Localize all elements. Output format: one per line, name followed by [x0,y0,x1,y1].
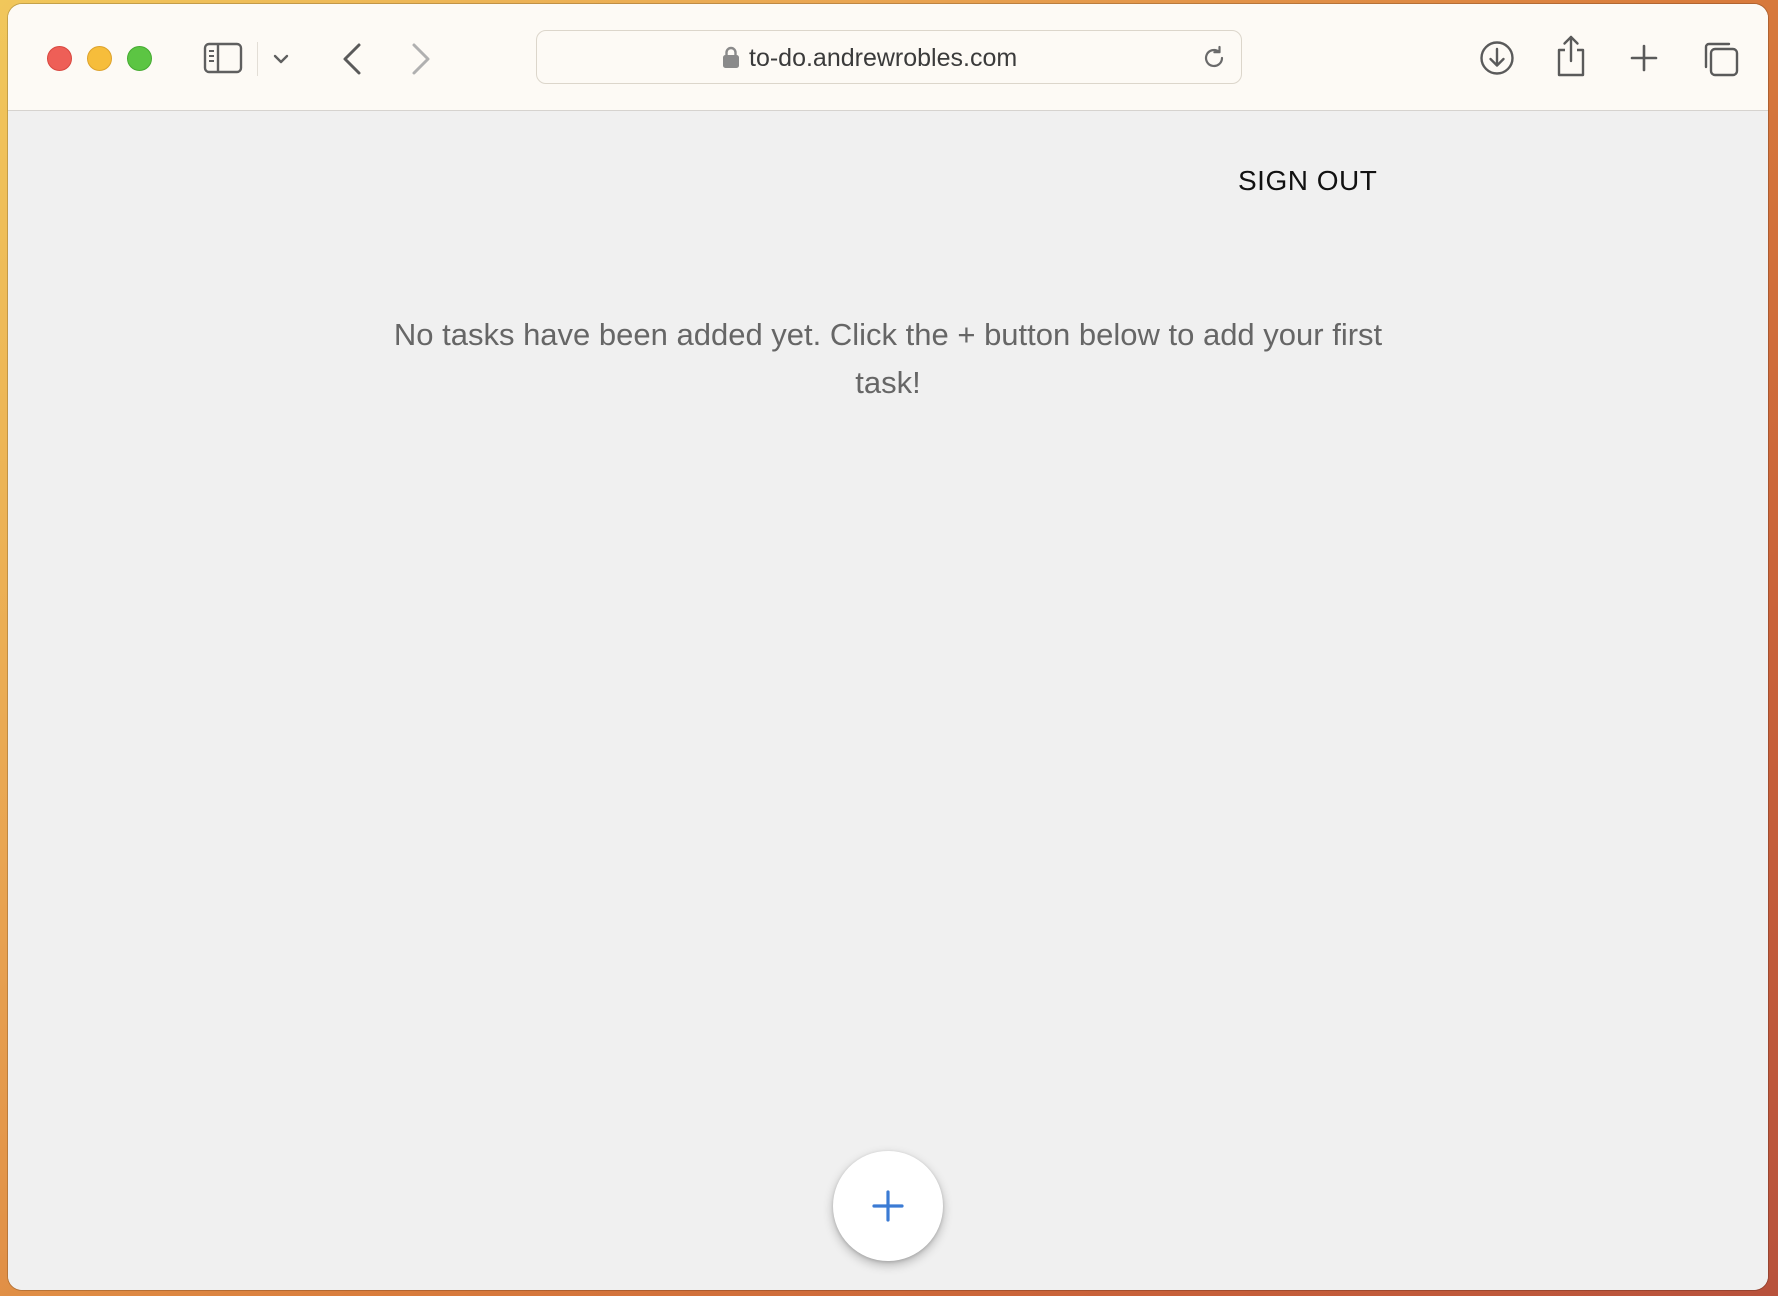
close-window-button[interactable] [47,46,72,71]
back-button[interactable] [336,40,368,78]
back-arrow-icon [343,43,361,75]
browser-window: to-do.andrewrobles.com SIGN OUT No tasks… [8,4,1768,1290]
downloads-button[interactable] [1479,40,1515,76]
add-task-button[interactable] [833,1151,943,1261]
share-icon [1557,35,1585,77]
maximize-window-button[interactable] [127,46,152,71]
tab-group-menu-button[interactable] [270,48,292,70]
reload-icon[interactable] [1201,45,1227,71]
empty-state-message: No tasks have been added yet. Click the … [393,317,1383,400]
plus-icon [872,1190,904,1222]
sidebar-toggle-button[interactable] [200,40,246,76]
chevron-down-icon [273,54,289,64]
tab-overview-button[interactable] [1702,40,1740,78]
tabs-overview-icon [1704,42,1739,77]
page-content: SIGN OUT No tasks have been added yet. C… [8,111,1768,1290]
share-button[interactable] [1555,34,1587,78]
sign-out-button[interactable]: SIGN OUT [1238,165,1377,197]
new-tab-button[interactable] [1628,42,1660,74]
browser-toolbar: to-do.andrewrobles.com [8,4,1768,111]
forward-arrow-icon [412,43,430,75]
plus-icon [1630,44,1658,72]
address-bar[interactable]: to-do.andrewrobles.com [536,30,1242,84]
toolbar-divider [257,42,258,76]
lock-icon [723,46,739,68]
sidebar-icon [203,42,243,74]
download-icon [1480,41,1514,75]
minimize-window-button[interactable] [87,46,112,71]
forward-button[interactable] [405,40,437,78]
url-text: to-do.andrewrobles.com [749,44,1018,72]
